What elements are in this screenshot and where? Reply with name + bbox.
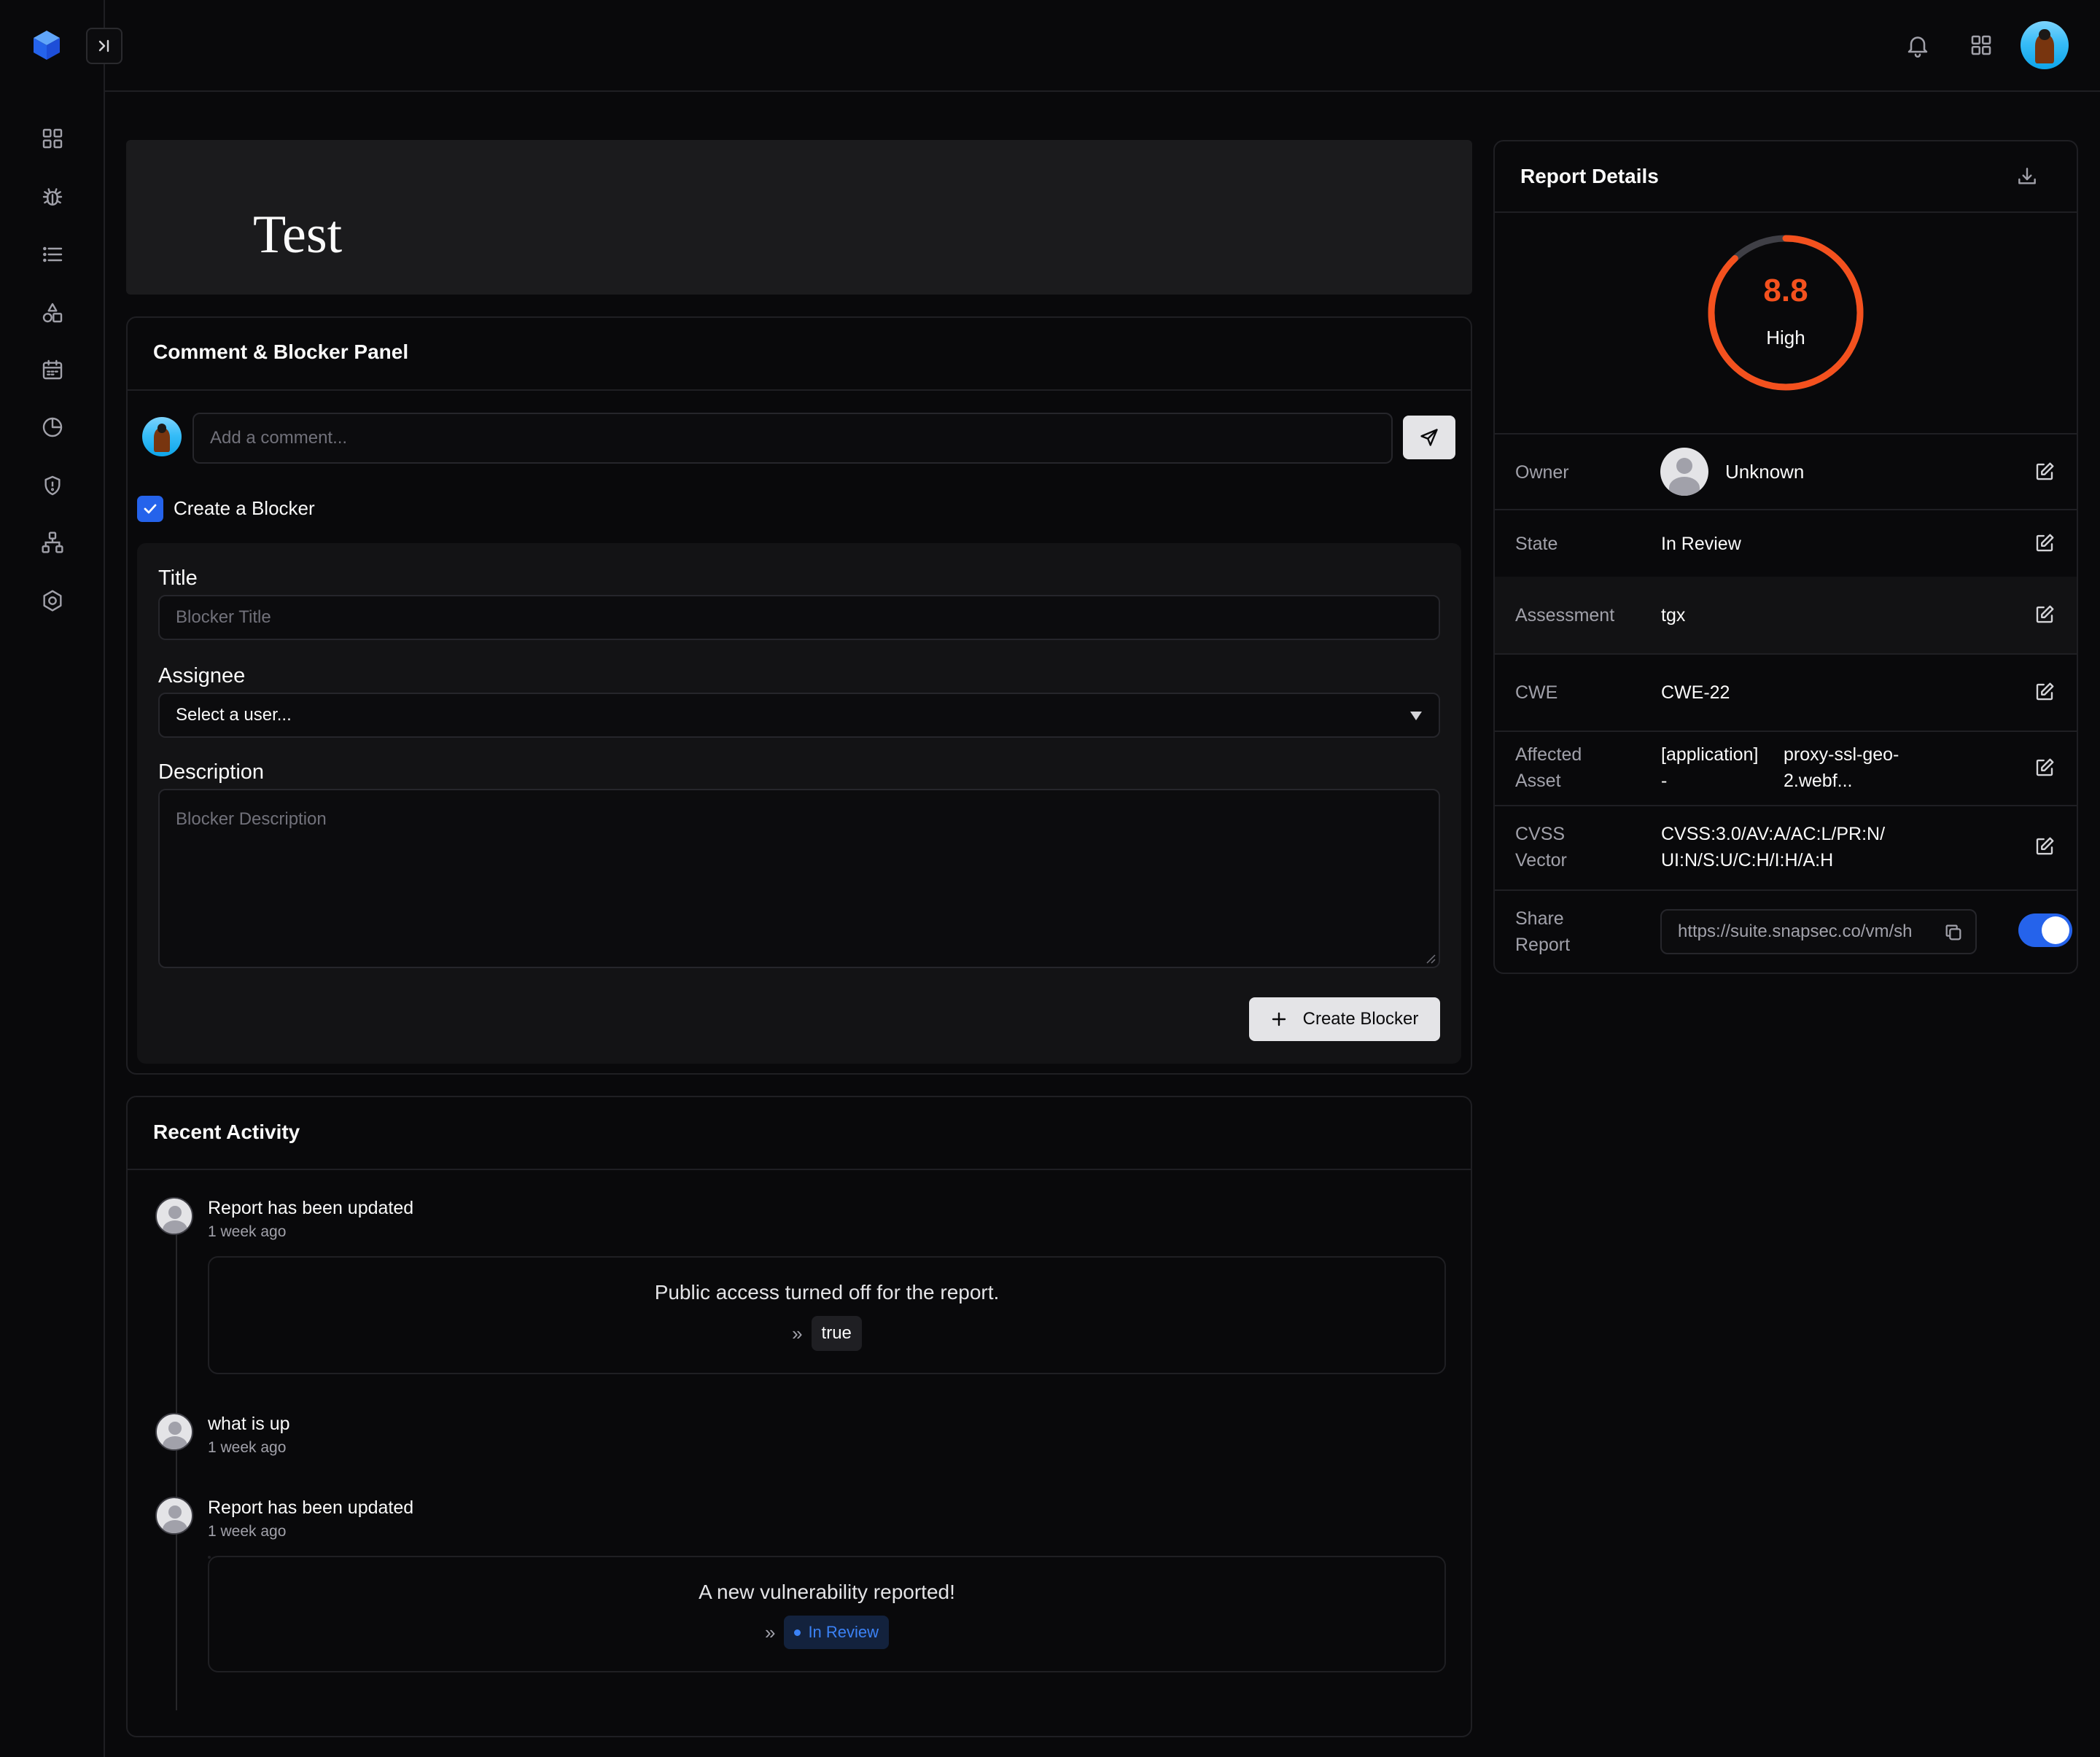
check-icon	[144, 504, 157, 514]
network-icon[interactable]	[41, 531, 64, 554]
severity-label: High	[1766, 327, 1805, 348]
activity-title: Report has been updated	[208, 1497, 414, 1518]
severity-gauge	[1708, 235, 1864, 391]
create-blocker-label: Create a Blocker	[174, 497, 315, 519]
activity-message: A new vulnerability reported!	[699, 1581, 955, 1603]
pie-chart-icon[interactable]	[41, 416, 64, 439]
divider	[1495, 211, 2077, 213]
shield-icon[interactable]	[41, 474, 64, 497]
apps-grid-icon[interactable]	[1968, 32, 1994, 58]
bug-icon[interactable]	[41, 185, 64, 209]
chevron-down-icon	[1410, 712, 1422, 720]
blocker-title-input[interactable]: Blocker Title	[158, 595, 1440, 640]
dashboard-icon[interactable]	[41, 127, 64, 150]
owner-avatar	[1660, 448, 1708, 496]
divider	[1493, 433, 2078, 435]
create-blocker-checkbox[interactable]	[137, 496, 163, 522]
assessment-label: Assessment	[1515, 605, 1615, 626]
cvss-score: 8.8	[1763, 273, 1808, 308]
divider	[1493, 731, 2078, 732]
activity-time: 1 week ago	[208, 1523, 287, 1540]
page-title: Test	[253, 205, 343, 265]
cwe-label: CWE	[1515, 682, 1558, 703]
state-label: State	[1515, 534, 1558, 554]
activity-detail-card: Public access turned off for the report.…	[208, 1256, 1446, 1374]
logo-icon[interactable]	[32, 29, 61, 61]
double-chevron-icon: »	[764, 1621, 776, 1643]
activity-detail-card: A new vulnerability reported! » In Revie…	[208, 1556, 1446, 1672]
edit-state-icon[interactable]	[2034, 532, 2056, 554]
edit-assessment-icon[interactable]	[2034, 604, 2056, 626]
plus-icon	[1272, 1012, 1286, 1026]
share-url-field[interactable]: https://suite.snapsec.co/vm/sh	[1660, 909, 1977, 954]
divider	[1493, 653, 2078, 655]
sidebar	[0, 0, 122, 1757]
edit-owner-icon[interactable]	[2034, 461, 2056, 483]
affected-asset-label: Affected Asset	[1515, 744, 1582, 791]
double-chevron-icon: »	[792, 1322, 803, 1344]
divider	[1493, 509, 2078, 510]
affected-asset-value: proxy-ssl-geo- 2.webf...	[1784, 744, 1899, 791]
assignee-label: Assignee	[158, 664, 246, 687]
owner-value: Unknown	[1725, 461, 1805, 483]
owner-label: Owner	[1515, 462, 1569, 483]
assessment-value: tgx	[1661, 605, 1686, 626]
settings-icon[interactable]	[41, 589, 64, 612]
divider	[1493, 889, 2078, 891]
gauge-arc	[1708, 235, 1864, 391]
activity-message: Public access turned off for the report.	[654, 1281, 1000, 1304]
report-header: Test	[126, 140, 1472, 295]
assignee-select[interactable]: Select a user...	[158, 693, 1440, 738]
status-dot	[794, 1629, 801, 1636]
send-icon	[1420, 429, 1438, 446]
comment-input[interactable]: Add a comment...	[192, 413, 1393, 464]
copy-icon[interactable]	[1943, 922, 1964, 943]
toggle-knob	[2042, 916, 2069, 944]
activity-avatar	[155, 1497, 193, 1535]
user-avatar[interactable]	[2021, 21, 2069, 69]
divider	[128, 389, 1471, 391]
cvss-vector-value: CVSS:3.0/AV:A/AC:L/PR:N/ UI:N/S:U/C:H/I:…	[1661, 824, 1886, 870]
topbar	[105, 0, 2100, 92]
bell-icon[interactable]	[1905, 32, 1931, 58]
recent-activity-title: Recent Activity	[153, 1121, 300, 1143]
share-toggle[interactable]	[2018, 913, 2072, 947]
activity-title: what is up	[208, 1414, 290, 1434]
affected-asset-type: [application] -	[1661, 744, 1759, 791]
activity-time: 1 week ago	[208, 1439, 287, 1456]
activity-avatar	[155, 1197, 193, 1235]
state-value: In Review	[1661, 534, 1741, 554]
description-label: Description	[158, 760, 265, 784]
divider	[128, 1169, 1471, 1170]
title-label: Title	[158, 566, 198, 590]
comment-user-avatar	[142, 417, 182, 456]
report-details-title: Report Details	[1520, 165, 1659, 187]
status-badge: In Review	[784, 1616, 890, 1649]
activity-timeline	[176, 1225, 177, 1710]
list-icon[interactable]	[41, 243, 64, 266]
blocker-description-textarea[interactable]: Blocker Description	[158, 789, 1440, 968]
edit-affected-asset-icon[interactable]	[2034, 757, 2056, 779]
calendar-icon[interactable]	[41, 358, 64, 381]
activity-value-badge: true	[811, 1316, 862, 1351]
activity-time: 1 week ago	[208, 1223, 287, 1240]
activity-avatar	[155, 1413, 193, 1451]
create-blocker-button[interactable]: Create Blocker	[1249, 997, 1440, 1041]
cwe-value: CWE-22	[1661, 682, 1730, 703]
send-comment-button[interactable]	[1403, 416, 1455, 459]
activity-title: Report has been updated	[208, 1198, 414, 1218]
divider	[1493, 805, 2078, 806]
shapes-icon[interactable]	[41, 301, 64, 324]
panel-title: Comment & Blocker Panel	[153, 340, 409, 363]
resize-handle-icon[interactable]	[1426, 954, 1436, 964]
download-icon[interactable]	[2015, 165, 2039, 188]
edit-cvss-icon[interactable]	[2034, 835, 2056, 857]
edit-cwe-icon[interactable]	[2034, 681, 2056, 703]
cvss-vector-label: CVSS Vector	[1515, 824, 1567, 870]
share-report-label: Share Report	[1515, 908, 1571, 955]
